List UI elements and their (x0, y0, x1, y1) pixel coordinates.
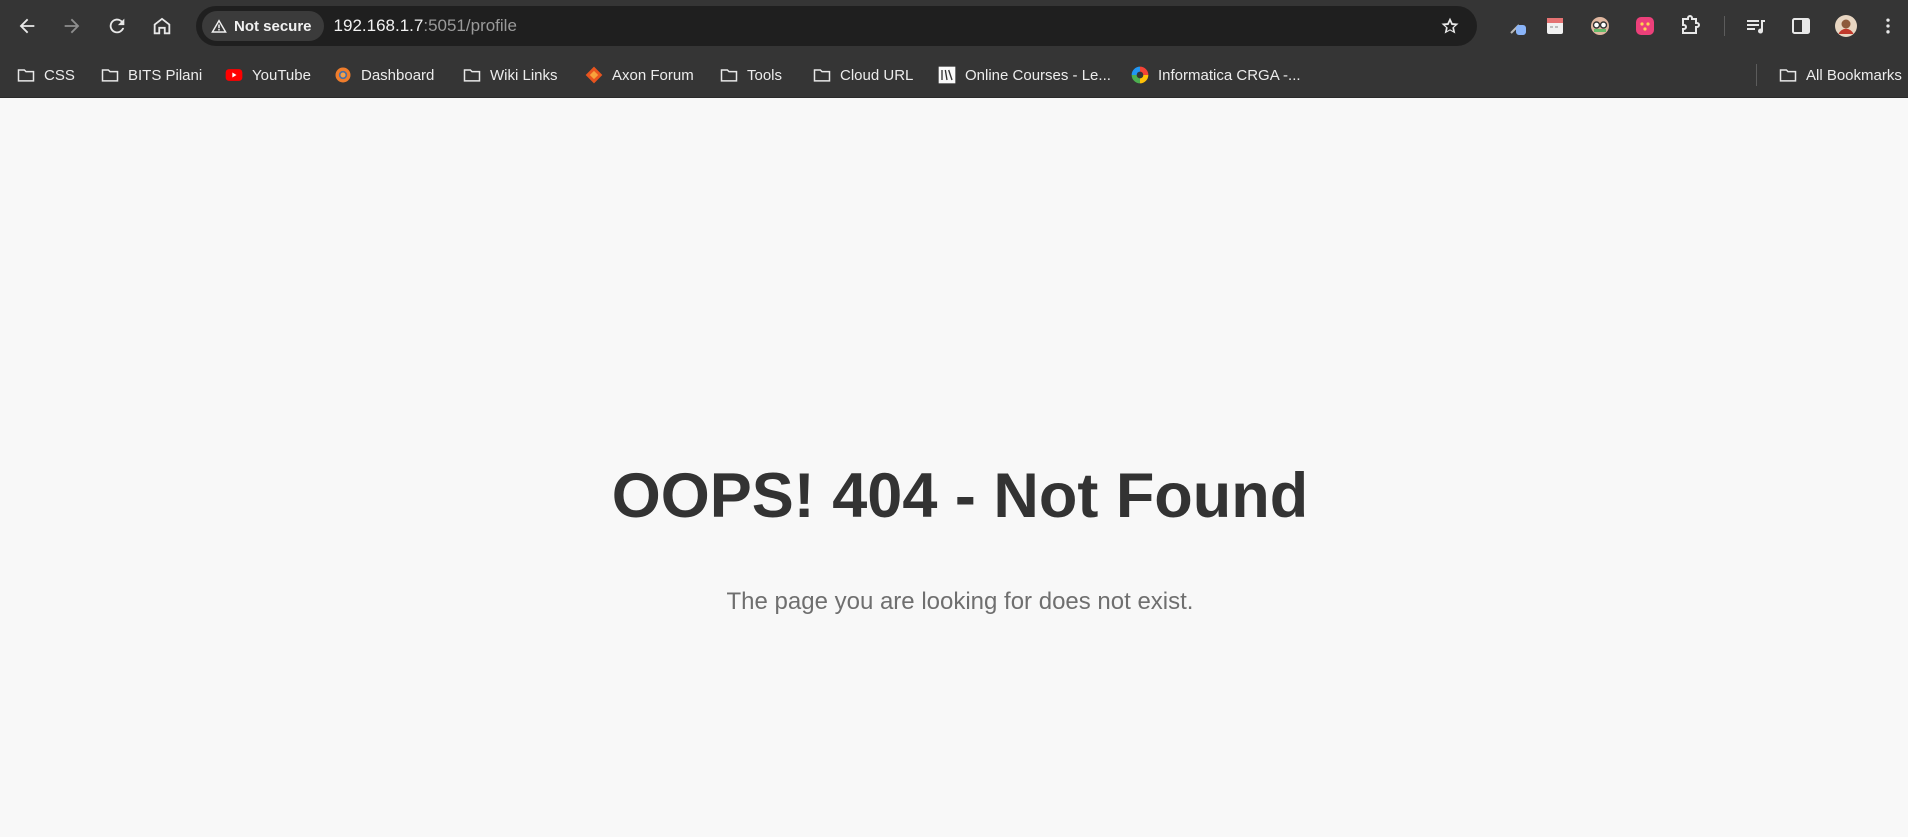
bookmark-label: Cloud URL (840, 66, 914, 84)
browser-toolbar: Not secure 192.168.1.7:5051/profile (0, 0, 1908, 52)
menu-button[interactable] (1878, 12, 1898, 40)
bookmark-youtube[interactable]: YouTube (224, 61, 311, 89)
glasses-face-icon (1591, 17, 1609, 35)
axon-icon (585, 66, 603, 84)
reload-icon (109, 18, 125, 34)
security-label: Not secure (234, 17, 312, 35)
home-icon (153, 17, 171, 35)
bookmark-css[interactable]: CSS (16, 61, 75, 89)
bookmark-label: YouTube (252, 66, 311, 84)
dashboard-icon (335, 67, 351, 83)
security-chip[interactable]: Not secure (202, 11, 324, 41)
folder-icon (17, 69, 35, 82)
forward-button[interactable] (56, 10, 88, 42)
home-button[interactable] (146, 10, 178, 42)
extension-calendar[interactable] (1541, 12, 1569, 40)
bookmark-label: Axon Forum (612, 66, 694, 84)
warning-icon (211, 19, 227, 33)
calendar-icon (1547, 18, 1563, 34)
bookmarks-bar: CSS BITS Pilani YouTube Dashboard Wiki L… (0, 52, 1908, 98)
bookmark-star-button[interactable] (1437, 13, 1463, 39)
page-content: OOPS! 404 - Not Found The page you are l… (0, 98, 1908, 837)
address-bar[interactable]: Not secure 192.168.1.7:5051/profile (196, 6, 1477, 46)
arrow-right-icon (64, 18, 80, 34)
profile-avatar-button[interactable] (1832, 12, 1860, 40)
eyedropper-icon (1510, 24, 1526, 35)
side-panel-icon (1792, 18, 1810, 34)
folder-icon (813, 69, 831, 82)
side-panel-button[interactable] (1787, 12, 1815, 40)
bookmark-informatica[interactable]: Informatica CRGA -... (1130, 61, 1301, 89)
bookmark-label: Informatica CRGA -... (1158, 66, 1301, 84)
informatica-icon (1131, 66, 1149, 84)
error-message: The page you are looking for does not ex… (726, 588, 1194, 615)
bookmark-axon-forum[interactable]: Axon Forum (584, 61, 694, 89)
pink-app-icon (1636, 17, 1654, 35)
bookmark-label: Dashboard (361, 66, 435, 84)
puzzle-icon (1682, 15, 1700, 34)
arrow-left-icon (19, 18, 35, 34)
bookmark-cloud-url[interactable]: Cloud URL (812, 61, 913, 89)
extension-glasses[interactable] (1586, 12, 1614, 40)
avatar-icon (1835, 15, 1857, 37)
bookmarks-divider (1756, 64, 1757, 86)
bookmark-label: CSS (44, 66, 75, 84)
extension-eyedropper[interactable] (1504, 12, 1532, 40)
all-bookmarks-button[interactable]: All Bookmarks (1778, 61, 1902, 89)
star-icon (1441, 17, 1459, 34)
extensions-button[interactable] (1676, 12, 1704, 40)
url-path: :5051/profile (423, 16, 517, 35)
reload-button[interactable] (101, 10, 133, 42)
url-text[interactable]: 192.168.1.7:5051/profile (334, 16, 517, 36)
playlist-music-icon (1747, 20, 1765, 34)
bookmark-label: Wiki Links (490, 66, 558, 84)
bookmark-dashboard[interactable]: Dashboard (333, 61, 434, 89)
youtube-icon (225, 69, 243, 81)
folder-icon (101, 69, 119, 82)
bookmark-wiki-links[interactable]: Wiki Links (462, 61, 558, 89)
bookmark-bits-pilani[interactable]: BITS Pilani (100, 61, 202, 89)
more-vertical-icon (1886, 18, 1890, 34)
url-host: 192.168.1.7 (333, 16, 424, 35)
toolbar-divider (1724, 16, 1725, 36)
back-button[interactable] (11, 10, 43, 42)
media-controls-button[interactable] (1742, 12, 1770, 40)
course-icon (938, 66, 956, 84)
extension-pink[interactable] (1631, 12, 1659, 40)
all-bookmarks-label: All Bookmarks (1806, 66, 1902, 84)
error-heading: OOPS! 404 - Not Found (611, 461, 1309, 531)
folder-icon (720, 69, 738, 82)
bookmark-online-courses[interactable]: Online Courses - Le... (937, 61, 1111, 89)
bookmark-label: BITS Pilani (128, 66, 203, 84)
bookmark-label: Online Courses - Le... (965, 66, 1111, 84)
folder-icon (463, 69, 481, 82)
bookmark-tools[interactable]: Tools (719, 61, 782, 89)
folder-icon (1779, 69, 1797, 82)
bookmark-label: Tools (747, 66, 783, 84)
